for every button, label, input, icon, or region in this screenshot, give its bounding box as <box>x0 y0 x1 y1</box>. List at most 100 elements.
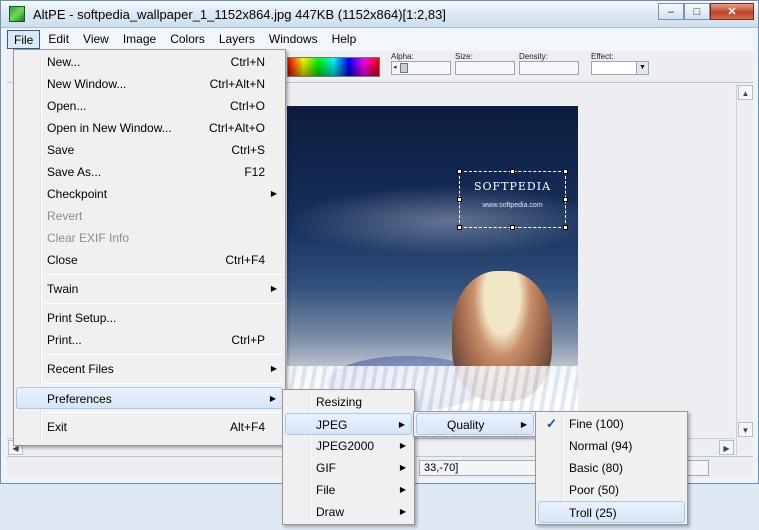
menu-item-label: Revert <box>47 209 83 223</box>
app-icon[interactable] <box>9 6 25 22</box>
menu-item-label: Print... <box>47 333 82 347</box>
size-label: Size: <box>455 52 473 61</box>
menu-help[interactable]: Help <box>326 30 363 49</box>
menu-separator <box>44 412 283 413</box>
submenu-item-quality[interactable]: Quality ▶ <box>416 413 534 435</box>
effect-dropdown[interactable]: ▼ <box>591 61 649 75</box>
menu-item-label: Troll (25) <box>569 506 617 520</box>
menu-layers[interactable]: Layers <box>213 30 261 49</box>
alpha-slider[interactable]: ◂ <box>391 61 451 75</box>
selection-handle[interactable] <box>563 225 568 230</box>
menu-windows[interactable]: Windows <box>263 30 324 49</box>
title-bar[interactable]: AltPE - softpedia_wallpaper_1_1152x864.j… <box>1 1 758 28</box>
selection-handle[interactable] <box>563 169 568 174</box>
selection-handle[interactable] <box>457 225 462 230</box>
submenu-item-gif[interactable]: GIF ▶ <box>283 457 414 479</box>
softpedia-logo-url: www.softpedia.com <box>482 202 543 209</box>
menu-item-label: Resizing <box>316 395 363 409</box>
quality-option[interactable]: Basic (80) <box>536 457 687 479</box>
quality-option[interactable]: Troll (25) <box>538 501 685 523</box>
density-slider[interactable] <box>519 61 579 75</box>
menu-item-open[interactable]: Open... Ctrl+O <box>14 95 285 117</box>
quality-option[interactable]: ✓ Fine (100) <box>536 413 687 435</box>
menu-item-checkpoint[interactable]: Checkpoint ▶ <box>14 183 285 205</box>
alpha-control: Alpha: ◂ <box>391 52 451 75</box>
menu-item-save[interactable]: Save Ctrl+S <box>14 139 285 161</box>
submenu-item-resizing[interactable]: Resizing <box>283 391 414 413</box>
menu-item-label: JPEG2000 <box>316 439 375 453</box>
menu-item-label: New Window... <box>47 77 127 91</box>
window-title: AltPE - softpedia_wallpaper_1_1152x864.j… <box>33 7 446 22</box>
menu-item-label: Save <box>47 143 75 157</box>
menu-separator <box>44 354 283 355</box>
quality-option[interactable]: Normal (94) <box>536 435 687 457</box>
menu-item-print[interactable]: Print... Ctrl+P <box>14 329 285 351</box>
menu-item-revert: Revert <box>14 205 285 227</box>
color-palette[interactable] <box>287 57 380 77</box>
submenu-arrow-icon: ▶ <box>270 284 277 293</box>
menu-item-label: Draw <box>316 505 345 519</box>
menu-item-close[interactable]: Close Ctrl+F4 <box>14 249 285 271</box>
menu-bar: File Edit View Image Colors Layers Windo… <box>7 29 753 50</box>
scroll-down-icon[interactable]: ▼ <box>738 422 753 437</box>
jpeg-submenu: Quality ▶ <box>413 411 537 437</box>
menu-item-label: File <box>316 483 336 497</box>
menu-item-new-window[interactable]: New Window... Ctrl+Alt+N <box>14 73 285 95</box>
selection-handle[interactable] <box>457 169 462 174</box>
menu-item-shortcut: F12 <box>244 165 265 179</box>
menu-item-label: Normal (94) <box>569 439 633 453</box>
menu-item-label: GIF <box>316 461 336 475</box>
menu-item-label: Print Setup... <box>47 311 117 325</box>
menu-item-label: New... <box>47 55 81 69</box>
density-label: Density: <box>519 52 548 61</box>
selection-handle[interactable] <box>510 225 515 230</box>
quality-submenu: ✓ Fine (100) Normal (94) Basic (80) Poor … <box>535 411 688 525</box>
close-button[interactable]: ✕ <box>710 3 754 20</box>
quality-option[interactable]: Poor (50) <box>536 479 687 501</box>
menu-item-label: Poor (50) <box>569 483 620 497</box>
menu-view[interactable]: View <box>77 30 115 49</box>
selection-handle[interactable] <box>457 197 462 202</box>
menu-item-label: Basic (80) <box>569 461 624 475</box>
menu-colors[interactable]: Colors <box>164 30 211 49</box>
menu-item-preferences[interactable]: Preferences ▶ <box>16 387 283 409</box>
preferences-submenu: Resizing JPEG ▶ JPEG2000 ▶ GIF ▶ File ▶ Draw… <box>282 389 415 525</box>
menu-item-twain[interactable]: Twain ▶ <box>14 278 285 300</box>
menu-item-print-setup[interactable]: Print Setup... <box>14 307 285 329</box>
menu-edit[interactable]: Edit <box>42 30 75 49</box>
scroll-up-icon[interactable]: ▲ <box>738 85 753 100</box>
menu-file[interactable]: File <box>7 30 41 49</box>
submenu-item-file[interactable]: File ▶ <box>283 479 414 501</box>
menu-item-shortcut: Ctrl+O <box>229 99 265 113</box>
menu-separator <box>44 383 283 384</box>
submenu-item-jpeg2000[interactable]: JPEG2000 ▶ <box>283 435 414 457</box>
selection-handle[interactable] <box>563 197 568 202</box>
scroll-right-icon[interactable]: ▶ <box>719 440 734 455</box>
menu-item-label: Preferences <box>47 392 112 406</box>
minimize-button[interactable]: – <box>658 3 684 20</box>
maximize-button[interactable]: □ <box>684 3 710 20</box>
submenu-arrow-icon: ▶ <box>399 463 406 472</box>
size-slider[interactable] <box>455 61 515 75</box>
menu-item-label: Checkpoint <box>47 187 108 201</box>
menu-item-open-new-window[interactable]: Open in New Window... Ctrl+Alt+O <box>14 117 285 139</box>
vertical-scrollbar[interactable]: ▲ ▼ <box>736 84 753 455</box>
submenu-item-jpeg[interactable]: JPEG ▶ <box>285 413 412 435</box>
menu-item-label: Save As... <box>47 165 102 179</box>
menu-item-label: Fine (100) <box>569 417 624 431</box>
menu-separator <box>44 303 283 304</box>
menu-item-exit[interactable]: Exit Alt+F4 <box>14 416 285 438</box>
menu-item-recent-files[interactable]: Recent Files ▶ <box>14 358 285 380</box>
selection-rectangle[interactable]: SOFTPEDIA www.softpedia.com <box>457 169 568 230</box>
submenu-arrow-icon: ▶ <box>398 420 405 429</box>
selection-handle[interactable] <box>510 169 515 174</box>
menu-item-save-as[interactable]: Save As... F12 <box>14 161 285 183</box>
chevron-down-icon[interactable]: ▼ <box>636 62 648 74</box>
menu-item-shortcut: Ctrl+Alt+N <box>209 77 265 91</box>
menu-item-label: Clear EXIF Info <box>47 231 130 245</box>
menu-item-new[interactable]: New... Ctrl+N <box>14 51 285 73</box>
submenu-item-draw[interactable]: Draw ▶ <box>283 501 414 523</box>
effect-label: Effect: <box>591 52 614 61</box>
menu-image[interactable]: Image <box>117 30 162 49</box>
submenu-arrow-icon: ▶ <box>520 420 527 429</box>
